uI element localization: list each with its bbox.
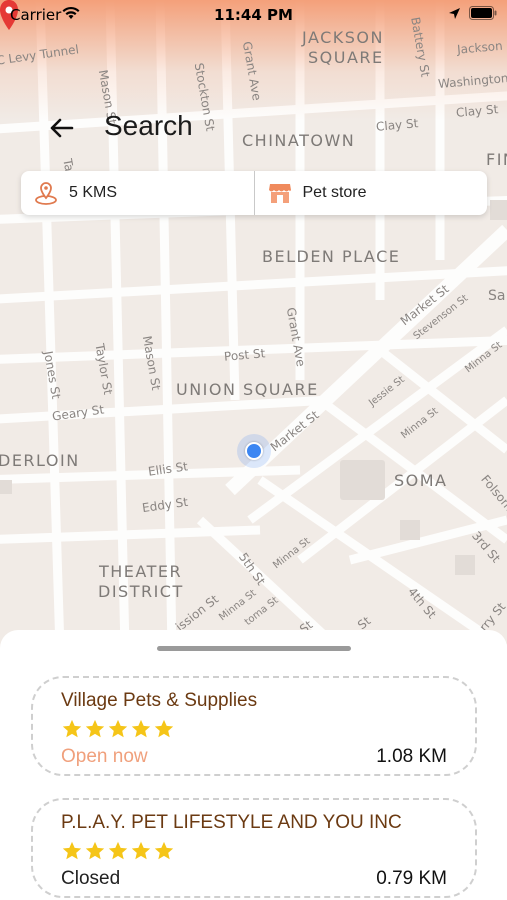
category-filter[interactable]: Pet store xyxy=(255,171,488,215)
store-status: Open now xyxy=(61,746,148,767)
results-sheet: Village Pets & Supplies Open now 1.08 KM… xyxy=(0,630,507,900)
page-title: Search xyxy=(104,110,193,141)
district-label: SOMA xyxy=(394,471,448,490)
star-icon xyxy=(131,719,151,738)
district-label: FIN xyxy=(486,150,507,169)
district-label: SQUARE xyxy=(308,48,384,67)
star-icon xyxy=(85,719,105,738)
category-filter-label: Pet store xyxy=(302,184,367,201)
store-icon xyxy=(268,184,291,203)
district-label: JACKSON xyxy=(302,28,384,47)
district-label: BELDEN PLACE xyxy=(262,247,401,266)
status-time: 11:44 PM xyxy=(214,6,293,24)
store-name: Village Pets & Supplies xyxy=(61,690,258,711)
filter-bar: 5 KMS Pet store xyxy=(21,171,487,215)
store-status: Closed xyxy=(61,868,121,889)
store-card[interactable]: Village Pets & Supplies Open now 1.08 KM xyxy=(31,676,477,776)
star-icon xyxy=(85,841,105,860)
district-label: DERLOIN xyxy=(0,451,80,470)
district-label: THEATER xyxy=(99,562,183,581)
star-icon xyxy=(62,841,82,860)
district-label: DISTRICT xyxy=(98,582,184,601)
store-distance: 1.08 KM xyxy=(376,746,447,767)
star-rating xyxy=(61,718,175,740)
map-view[interactable]: JACKSON SQUARE CHINATOWN BELDEN PLACE UN… xyxy=(0,0,507,650)
star-icon xyxy=(131,841,151,860)
star-icon xyxy=(154,841,174,860)
distance-filter-label: 5 KMS xyxy=(69,184,118,201)
sheet-drag-handle[interactable] xyxy=(157,646,351,651)
star-icon xyxy=(108,841,128,860)
store-name: P.L.A.Y. PET LIFESTYLE AND YOU INC xyxy=(61,812,402,833)
current-location-dot[interactable] xyxy=(245,442,263,460)
battery-icon xyxy=(469,6,497,20)
distance-filter[interactable]: 5 KMS xyxy=(21,171,255,215)
district-label: CHINATOWN xyxy=(242,131,356,150)
location-arrow-icon xyxy=(449,7,460,19)
star-icon xyxy=(108,719,128,738)
store-card[interactable]: P.L.A.Y. PET LIFESTYLE AND YOU INC Close… xyxy=(31,798,477,898)
status-bar: Carrier 11:44 PM xyxy=(0,0,507,30)
store-distance: 0.79 KM xyxy=(376,868,447,889)
street-label: Sa xyxy=(488,288,506,304)
location-radius-icon xyxy=(35,182,57,205)
star-icon xyxy=(154,719,174,738)
back-arrow-icon[interactable] xyxy=(46,112,78,144)
district-label: UNION SQUARE xyxy=(176,380,319,399)
star-icon xyxy=(62,719,82,738)
star-rating xyxy=(61,840,175,862)
